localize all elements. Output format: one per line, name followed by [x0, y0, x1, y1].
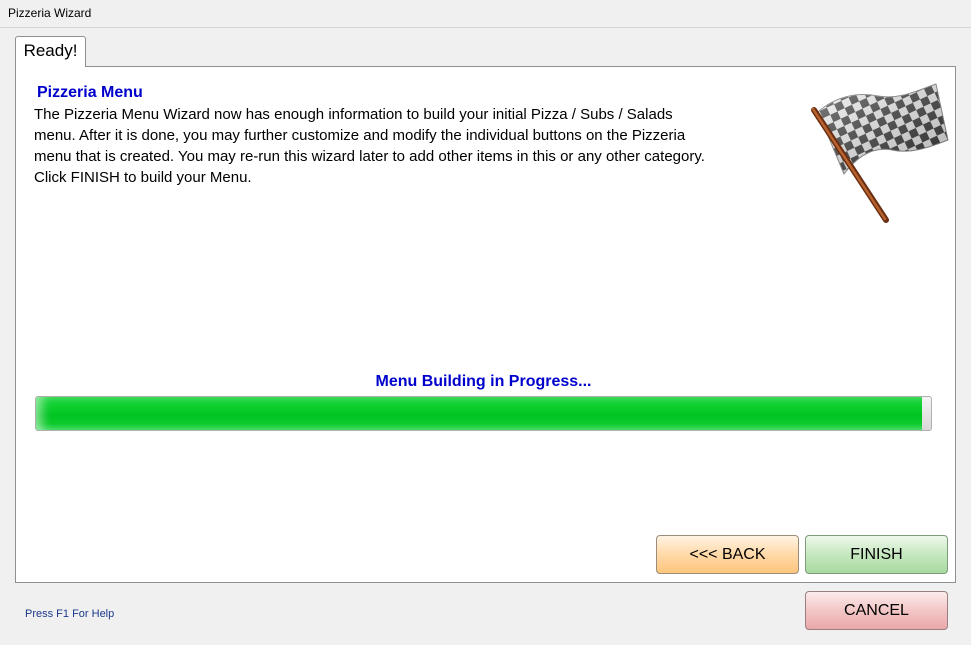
finish-button[interactable]: FINISH [805, 535, 948, 574]
progress-bar [35, 396, 932, 431]
title-bar: Pizzeria Wizard [0, 0, 971, 28]
tab-ready[interactable]: Ready! [15, 36, 86, 67]
checkered-flag-icon [811, 83, 949, 223]
help-hint: Press F1 For Help [25, 608, 115, 620]
wizard-description: The Pizzeria Menu Wizard now has enough … [34, 106, 705, 186]
cancel-button[interactable]: CANCEL [805, 591, 948, 630]
window-title: Pizzeria Wizard [8, 6, 92, 20]
progress-bar-fill [36, 397, 923, 430]
back-button[interactable]: <<< BACK [656, 535, 799, 574]
page-heading: Pizzeria Menu [37, 84, 143, 101]
progress-label: Menu Building in Progress... [375, 373, 592, 390]
